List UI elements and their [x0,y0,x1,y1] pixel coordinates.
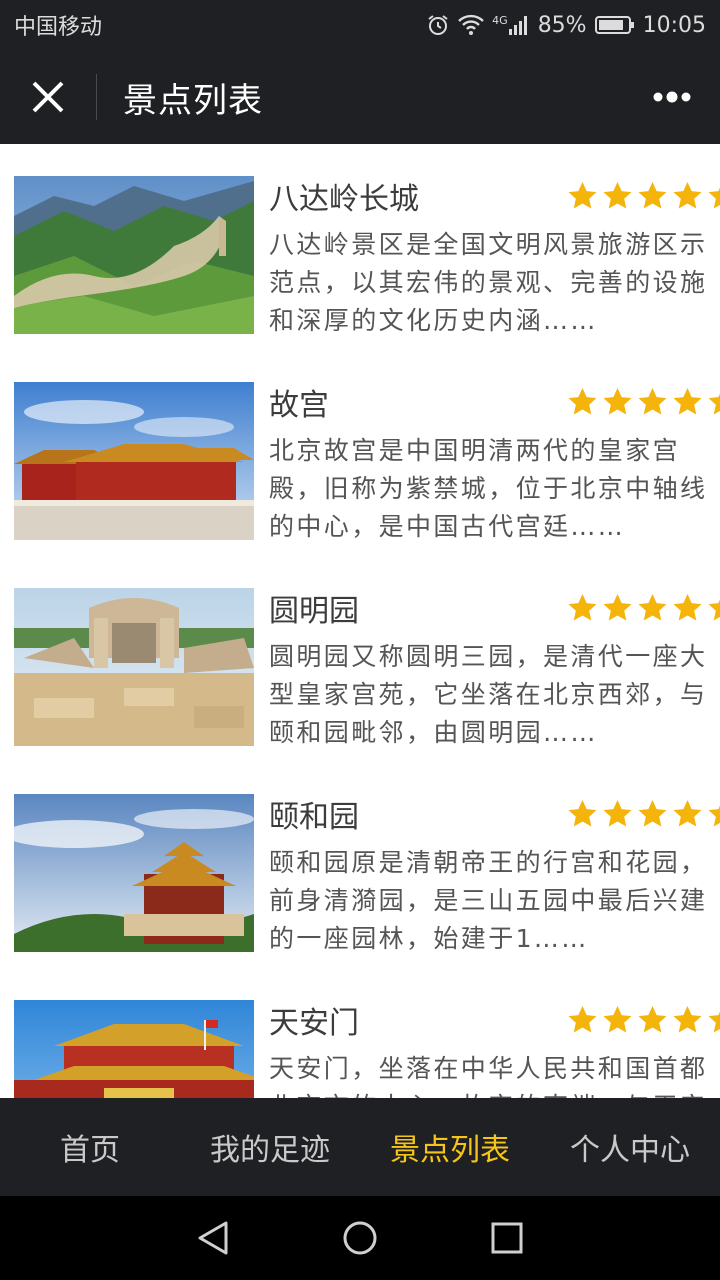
back-button[interactable] [183,1208,243,1268]
nav-divider [96,74,97,120]
star-icon [638,388,667,415]
recents-icon [491,1222,523,1254]
list-item[interactable]: 八达岭长城 八达岭景区是全国文明风景旅游区示范点，以其宏伟的景观、完善的设施和深… [0,144,720,335]
status-icons: 4G 85% 10:05 [426,13,706,38]
item-description: 天安门，坐落在中华人民共和国首都北京市的中心，故宫的南端，与天安 [269,1054,708,1098]
star-icon [568,182,597,209]
item-title: 圆明园 [269,594,359,629]
star-icon [638,182,667,209]
star-icon [708,187,720,209]
star-icon [638,1006,667,1033]
item-description: 圆明园又称圆明三园，是清代一座大型皇家宫苑，它坐落在北京西郊，与颐和园毗邻，由圆… [269,642,708,747]
tab-home[interactable]: 首页 [0,1098,180,1196]
star-icon [603,594,632,621]
star-icon [568,388,597,415]
rating-stars [566,592,720,624]
list-item[interactable]: 圆明园 圆明园又称圆明三园，是清代一座大型皇家宫苑，它坐落在北京西郊，与颐和园毗… [0,556,720,747]
item-title: 故宫 [269,388,329,423]
star-icon [603,388,632,415]
home-icon [343,1221,377,1255]
item-title: 天安门 [269,1006,359,1041]
star-icon [638,594,667,621]
star-icon [673,388,702,415]
more-icon [653,91,691,103]
clock: 10:05 [642,12,706,38]
star-icon [708,599,720,621]
system-nav-bar [0,1196,720,1280]
network-type: 4G [492,14,508,27]
star-icon [568,594,597,621]
item-description: 北京故宫是中国明清两代的皇家宫殿，旧称为紫禁城，位于北京中轴线的中心，是中国古代… [269,436,708,541]
more-button[interactable] [624,50,720,144]
item-description: 八达岭景区是全国文明风景旅游区示范点，以其宏伟的景观、完善的设施和深厚的文化历史… [269,230,708,335]
star-icon [708,805,720,827]
great-wall-photo [14,176,254,334]
star-icon [568,800,597,827]
item-title: 八达岭长城 [269,182,419,217]
carrier-label: 中国移动 [14,15,103,40]
list-item[interactable]: 天安门 天安门，坐落在中华人民共和国首都北京市的中心，故宫的南端，与天安 [0,968,720,1098]
list-item[interactable]: 颐和园 颐和园原是清朝帝王的行宫和花园，前身清漪园，是三山五园中最后兴建的一座园… [0,762,720,953]
attraction-list: 八达岭长城 八达岭景区是全国文明风景旅游区示范点，以其宏伟的景观、完善的设施和深… [0,144,720,1098]
page-title: 景点列表 [123,80,263,121]
status-bar: 中国移动 4G 85% 10:05 [0,0,720,50]
battery-percent: 85% [537,12,587,38]
tab-profile[interactable]: 个人中心 [540,1098,720,1196]
list-item[interactable]: 故宫 北京故宫是中国明清两代的皇家宫殿，旧称为紫禁城，位于北京中轴线的中心，是中… [0,350,720,541]
recents-button[interactable] [477,1208,537,1268]
signal-icon: 4G [492,14,530,36]
forbidden-city-photo [14,382,254,540]
rating-stars [566,1004,720,1036]
yuanmingyuan-photo [14,588,254,746]
star-icon [708,1011,720,1033]
star-icon [638,800,667,827]
star-icon [708,393,720,415]
home-button[interactable] [330,1208,390,1268]
star-icon [673,182,702,209]
tab-attractions[interactable]: 景点列表 [360,1098,540,1196]
alarm-icon [426,13,450,37]
item-title: 颐和园 [269,800,359,835]
tiananmen-photo [14,1000,254,1098]
close-button[interactable] [0,50,96,144]
star-icon [673,800,702,827]
star-icon [568,1006,597,1033]
item-description: 颐和园原是清朝帝王的行宫和花园，前身清漪园，是三山五园中最后兴建的一座园林，始建… [269,848,708,953]
star-icon [603,1006,632,1033]
rating-stars [566,798,720,830]
close-icon [32,81,64,113]
battery-icon [594,15,635,35]
star-icon [603,800,632,827]
tab-bar: 首页 我的足迹 景点列表 个人中心 [0,1098,720,1196]
star-icon [603,182,632,209]
wifi-icon [458,14,485,36]
summer-palace-photo [14,794,254,952]
nav-bar: 景点列表 [0,50,720,144]
star-icon [673,594,702,621]
tab-footprints[interactable]: 我的足迹 [180,1098,360,1196]
rating-stars [566,386,720,418]
rating-stars [566,180,720,212]
back-icon [198,1221,228,1255]
star-icon [673,1006,702,1033]
